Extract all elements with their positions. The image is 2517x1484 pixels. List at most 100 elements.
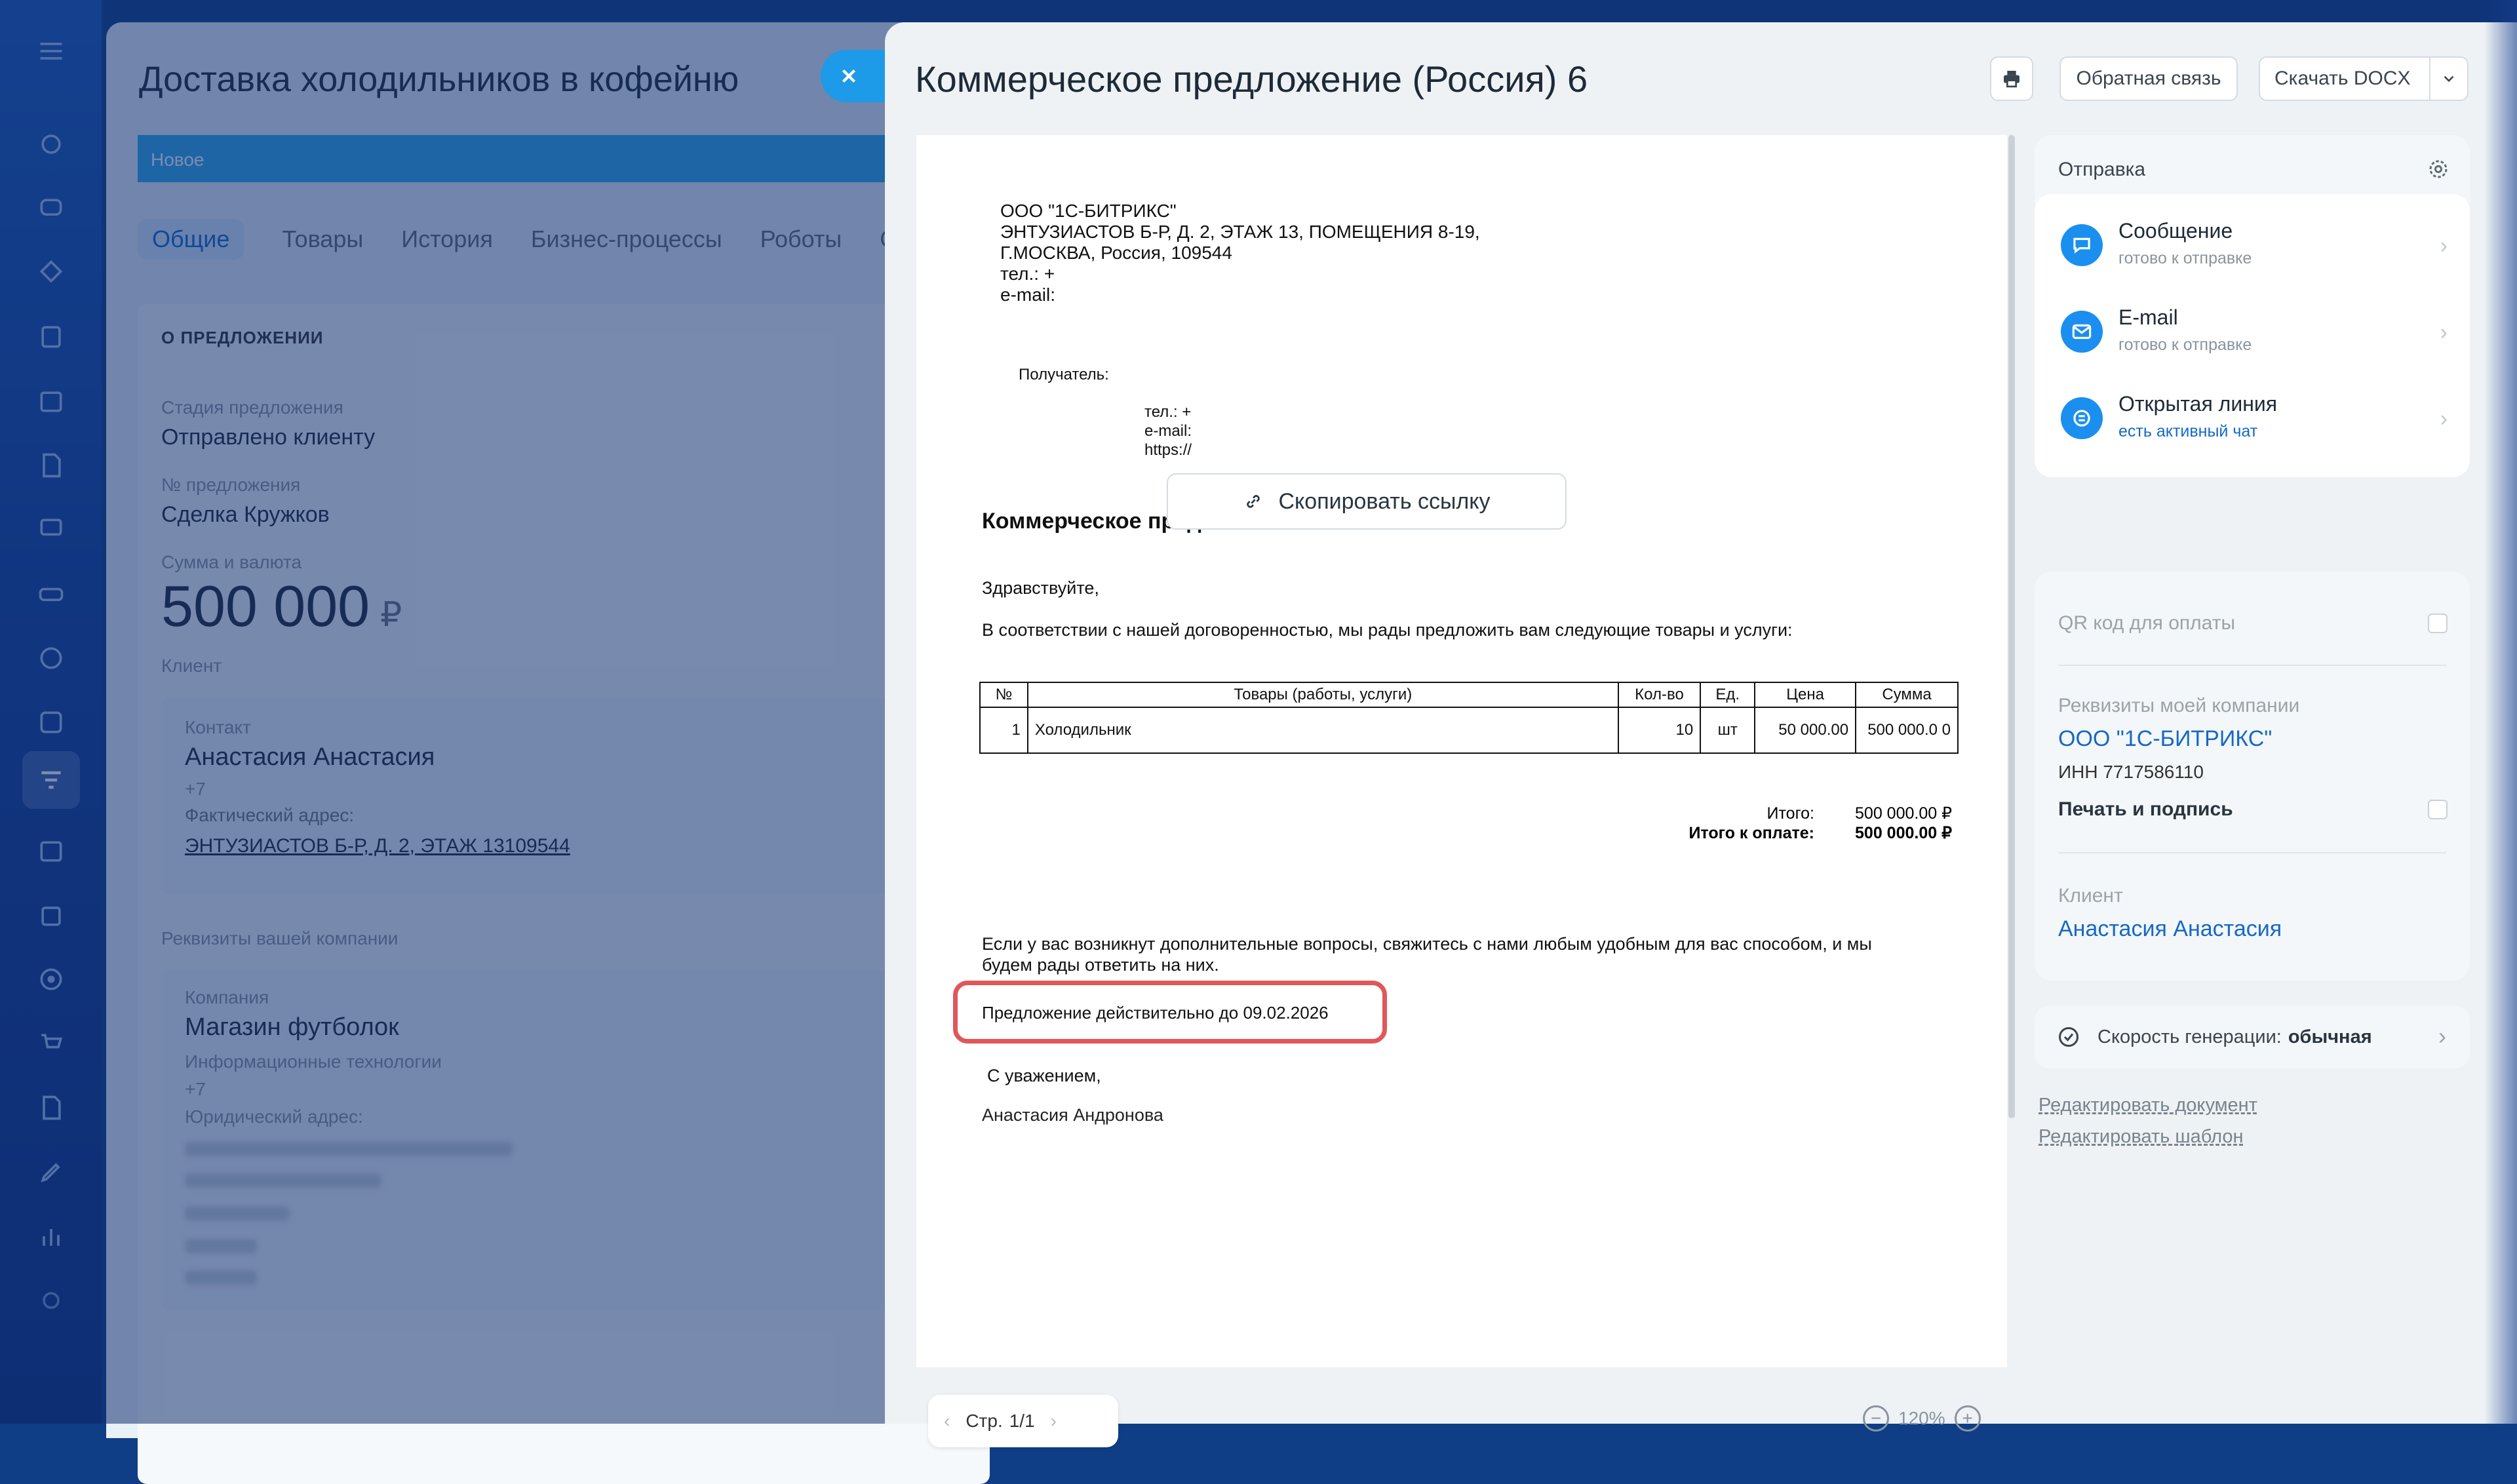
note-line: Если у вас возникнут дополнительные вопр… [982, 934, 1872, 954]
table-header-row: № Товары (работы, услуги) Кол-во Ед. Цен… [979, 682, 1959, 708]
cart-icon[interactable] [33, 1025, 69, 1062]
sum-amount: 500 000 [161, 574, 370, 638]
stamp-checkbox[interactable] [2428, 800, 2448, 819]
properties-panel: QR код для оплаты Реквизиты моей компани… [2035, 572, 2470, 981]
highlight-frame [953, 981, 1387, 1044]
document-scrollbar[interactable] [2008, 135, 2015, 1118]
hexagon-icon[interactable] [33, 640, 69, 676]
store-icon[interactable] [33, 897, 69, 933]
sign-icon[interactable] [33, 1089, 69, 1126]
company-industry: Информационные технологии [185, 1051, 442, 1072]
item-title: Открытая линия [2118, 392, 2278, 416]
tasks-icon[interactable] [33, 319, 69, 355]
chat-icon[interactable] [33, 190, 69, 227]
regards: С уважением, [987, 1066, 1101, 1085]
cell-qty: 10 [1617, 707, 1702, 754]
company-label: Компания [185, 987, 269, 1007]
client-field-label: Клиент [161, 655, 222, 676]
zoom-out-icon[interactable]: − [1863, 1405, 1889, 1432]
speed-value: обычная [2288, 1026, 2372, 1047]
close-slider-button[interactable] [821, 50, 886, 102]
recipient-line: https:// [1144, 441, 1192, 459]
drive-icon[interactable] [33, 576, 69, 612]
download-docx-button[interactable]: Скачать DOCX [2259, 56, 2468, 101]
calendar-icon[interactable] [33, 383, 69, 420]
download-dropdown[interactable] [2429, 58, 2467, 100]
documents-icon[interactable] [33, 447, 69, 484]
company-link[interactable]: ООО "1С-БИТРИКС" [2058, 726, 2272, 752]
contact-name[interactable]: Анастасия Анастасия [185, 743, 435, 771]
analytics-icon[interactable] [33, 1218, 69, 1255]
edit-document-link[interactable]: Редактировать документ [2039, 1095, 2257, 1116]
col-product: Товары (работы, услуги) [1026, 682, 1619, 708]
col-qty: Кол-во [1617, 682, 1702, 708]
sender-line: e-mail: [1000, 284, 1056, 305]
gear-icon[interactable] [2427, 157, 2450, 181]
sum-field-label: Сумма и валюта [161, 552, 302, 572]
close-icon [842, 69, 856, 83]
number-field-label: № предложения [161, 475, 301, 495]
tab-general[interactable]: Общие [138, 219, 244, 260]
address-link[interactable]: ЭНТУЗИАСТОВ Б-Р, Д. 2, ЭТАЖ 13109544 [185, 835, 570, 857]
blurred-line [185, 1239, 257, 1253]
currency-sign: ₽ [380, 596, 402, 634]
copy-link-button[interactable]: Скопировать ссылку [1167, 473, 1567, 530]
totals-values: 500 000.00 ₽ 500 000.00 ₽ [1821, 804, 1952, 843]
check-icon[interactable] [33, 704, 69, 741]
feedback-button[interactable]: Обратная связь [2059, 56, 2238, 101]
panel-title: Коммерческое предложение (Россия) 6 [915, 58, 1588, 100]
send-email-item[interactable]: E-mail готово к отправке › [2061, 295, 2448, 363]
settings-icon[interactable] [33, 1282, 69, 1319]
stage-bar[interactable]: Новое [138, 135, 990, 182]
tab-robots[interactable]: Роботы [760, 225, 842, 253]
section-title: О ПРЕДЛОЖЕНИИ [161, 328, 324, 347]
company-phone: +7 [185, 1079, 206, 1099]
target-icon[interactable] [33, 961, 69, 998]
print-button[interactable] [1990, 56, 2033, 101]
crm-funnel-icon[interactable] [22, 751, 80, 809]
col-price: Цена [1754, 682, 1857, 708]
cell-number: 1 [979, 707, 1028, 754]
tab-products[interactable]: Товары [282, 225, 363, 253]
cloud-icon[interactable] [33, 126, 69, 163]
page-number: 1/1 [1009, 1411, 1035, 1431]
offer-section: О ПРЕДЛОЖЕНИИ Стадия предложения Отправл… [138, 304, 990, 1484]
tab-business-processes[interactable]: Бизнес-процессы [531, 225, 722, 253]
sender-line: тел.: + [1000, 264, 1055, 284]
pen-icon[interactable] [33, 1154, 69, 1190]
generation-speed[interactable]: Скорость генерации: обычная › [2035, 1006, 2470, 1068]
tab-history[interactable]: История [401, 225, 493, 253]
chat-icon [2061, 224, 2103, 266]
send-open-line-item[interactable]: Открытая линия есть активный чат › [2061, 381, 2448, 450]
stage-field-value: Отправлено клиенту [161, 425, 376, 450]
client-link[interactable]: Анастасия Анастасия [2058, 916, 2282, 942]
edit-template-link[interactable]: Редактировать шаблон [2039, 1126, 2243, 1148]
blurred-line [185, 1270, 257, 1285]
sender-line: Г.МОСКВА, Россия, 109544 [1000, 243, 1232, 263]
divider [2058, 665, 2446, 666]
signer-name: Анастасия Андронова [982, 1105, 1163, 1125]
stage-field-label: Стадия предложения [161, 397, 343, 418]
schedule-icon[interactable] [33, 832, 69, 869]
feed-icon[interactable] [33, 254, 69, 291]
chevron-right-icon: › [2440, 406, 2448, 431]
next-page-icon[interactable]: › [1051, 1411, 1057, 1432]
prev-page-icon[interactable]: ‹ [944, 1411, 950, 1432]
note-line: будем рады ответить на них. [982, 955, 1219, 975]
mail-icon [2061, 311, 2103, 353]
menu-icon[interactable] [33, 33, 69, 69]
cell-unit: шт [1700, 707, 1756, 754]
sending-title: Отправка [2058, 159, 2146, 180]
send-message-item[interactable]: Сообщение готово к отправке › [2061, 208, 2448, 277]
zoom-in-icon[interactable]: + [1954, 1405, 1981, 1432]
company-name[interactable]: Магазин футболок [185, 1013, 399, 1042]
download-label: Скачать DOCX [2274, 68, 2411, 89]
board-icon[interactable] [33, 511, 69, 548]
qr-checkbox[interactable] [2428, 614, 2448, 633]
deal-card: Доставка холодильников в кофейню Новое О… [106, 22, 990, 1484]
link-icon [1247, 495, 1260, 508]
item-title: Сообщение [2118, 219, 2233, 243]
total-value: 500 000.00 ₽ [1855, 804, 1952, 823]
contact-label: Контакт [185, 717, 251, 737]
sender-block: ООО "1С-БИТРИКС" ЭНТУЗИАСТОВ Б-Р, Д. 2, … [1000, 201, 1480, 305]
